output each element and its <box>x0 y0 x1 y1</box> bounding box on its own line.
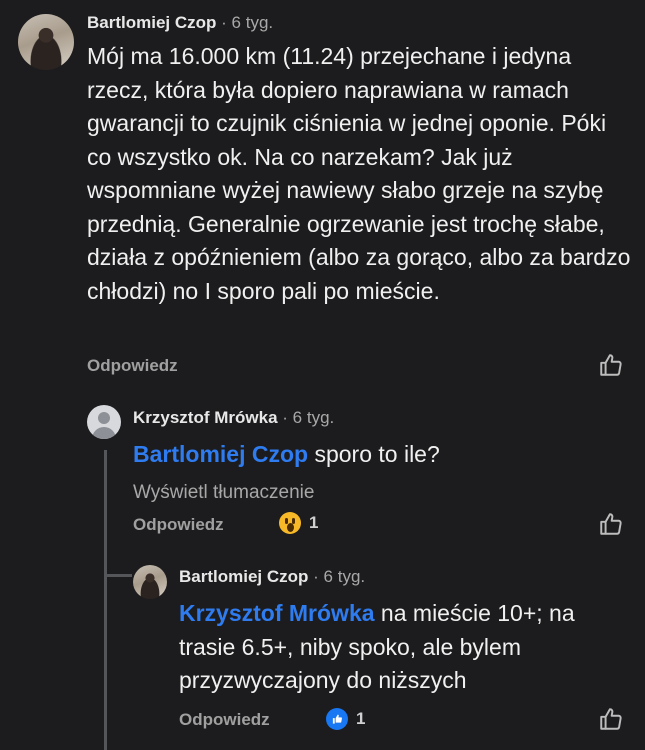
separator: · <box>313 567 319 586</box>
avatar[interactable] <box>87 405 121 439</box>
comment-text: Mój ma 16.000 km (11.24) przejechane i j… <box>87 43 631 304</box>
reaction-count: 1 <box>356 709 366 728</box>
comment-author[interactable]: Bartlomiej Czop · 6 tyg. <box>179 567 365 587</box>
mention-link[interactable]: Krzysztof Mrówka <box>179 600 375 626</box>
thread-line <box>104 450 107 750</box>
reply-button[interactable]: Odpowiedz <box>179 710 270 730</box>
comment-author[interactable]: Krzysztof Mrówka · 6 tyg. <box>133 408 334 428</box>
separator: · <box>282 408 288 427</box>
comment-body: sporo to ile? <box>308 441 440 467</box>
mention-link[interactable]: Bartlomiej Czop <box>133 441 308 467</box>
reaction-count: 1 <box>309 513 319 532</box>
timestamp: 6 tyg. <box>323 567 366 586</box>
like-reaction-icon <box>326 708 348 730</box>
separator: · <box>221 13 227 32</box>
author-name[interactable]: Bartlomiej Czop <box>87 13 216 32</box>
author-name[interactable]: Bartlomiej Czop <box>179 567 308 586</box>
reaction-summary[interactable]: 1 <box>326 708 365 730</box>
comment-text: Krzysztof Mrówka na mieście 10+; na tras… <box>179 597 624 698</box>
like-icon[interactable] <box>598 511 624 537</box>
thread-connector <box>104 574 132 577</box>
author-name[interactable]: Krzysztof Mrówka <box>133 408 278 427</box>
timestamp: 6 tyg. <box>292 408 335 427</box>
comment-author[interactable]: Bartlomiej Czop · 6 tyg. <box>87 13 273 33</box>
comment-text: Bartlomiej Czop sporo to ile? <box>133 438 440 471</box>
like-icon[interactable] <box>598 706 624 732</box>
reaction-summary[interactable]: 1 <box>279 512 318 534</box>
reply-button[interactable]: Odpowiedz <box>87 356 178 376</box>
like-icon[interactable] <box>598 352 624 378</box>
avatar[interactable] <box>18 14 74 70</box>
reply-button[interactable]: Odpowiedz <box>133 515 224 535</box>
translate-link[interactable]: Wyświetl tłumaczenie <box>133 482 314 504</box>
wow-reaction-icon <box>279 512 301 534</box>
avatar[interactable] <box>133 565 167 599</box>
timestamp: 6 tyg. <box>231 13 274 32</box>
